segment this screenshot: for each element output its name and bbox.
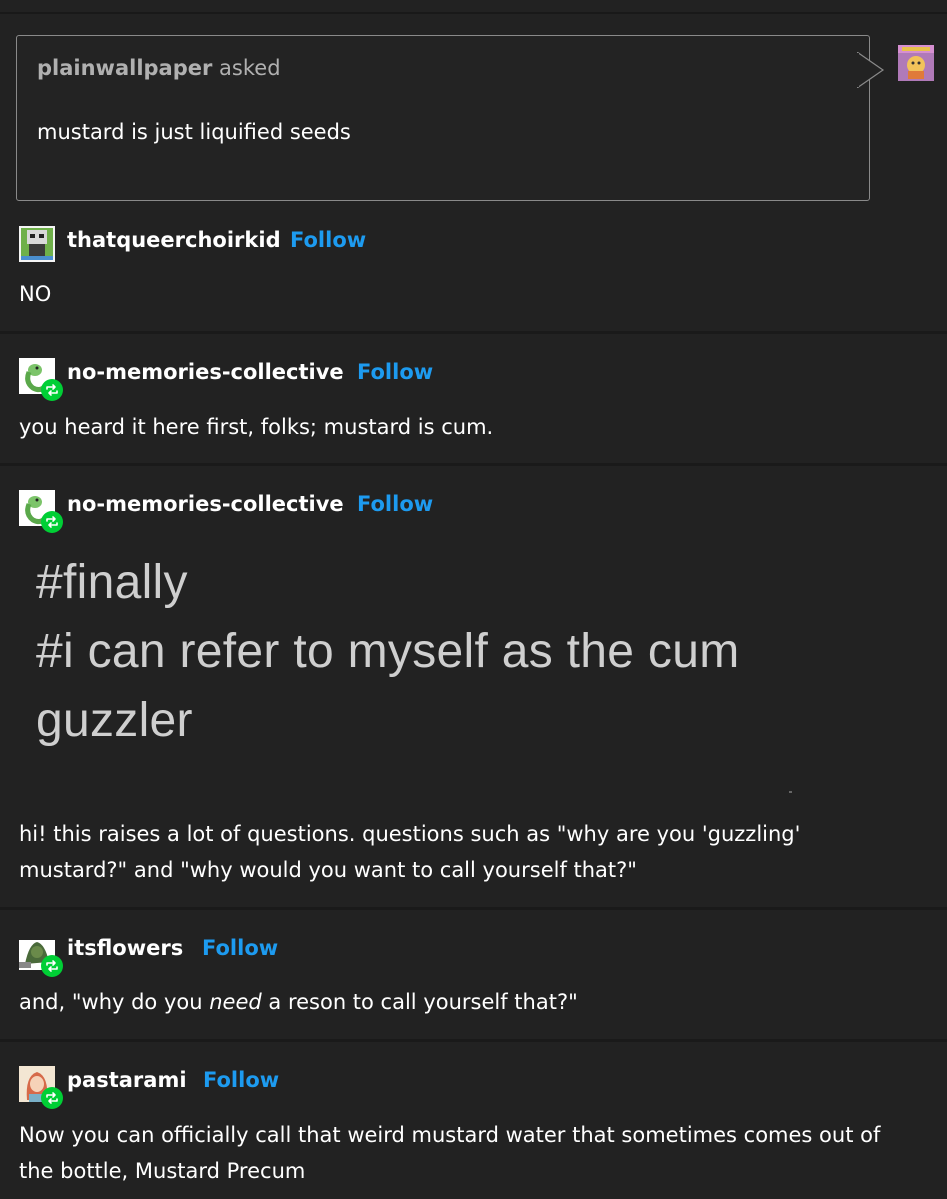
ask-question: mustard is just liquified seeds [37, 120, 351, 144]
divider [0, 331, 947, 334]
post-text: NO [19, 282, 52, 306]
follow-button[interactable]: Follow [290, 228, 366, 252]
tag: guzzler [36, 694, 193, 747]
asker-name[interactable]: plainwallpaper [37, 56, 212, 80]
follow-button[interactable]: Follow [357, 360, 433, 384]
avatar[interactable] [19, 226, 55, 262]
stray-pixel [789, 791, 792, 793]
post-text-part: a reson to call yourself that?" [261, 990, 578, 1014]
reblog-icon [41, 955, 63, 977]
post-text-line: the bottle, Mustard Precum [19, 1159, 306, 1183]
username[interactable]: itsflowers [67, 936, 183, 960]
post-text-emphasis: need [209, 990, 262, 1014]
divider [0, 907, 947, 910]
post-text: you heard it here first, folks; mustard … [19, 415, 494, 439]
asker-line: plainwallpaper asked [37, 56, 281, 80]
username[interactable]: pastarami [67, 1068, 187, 1092]
username[interactable]: thatqueerchoirkid [67, 228, 281, 252]
post-text-line: mustard?" and "why would you want to cal… [19, 858, 637, 882]
follow-button[interactable]: Follow [203, 1068, 279, 1092]
post-text: Now you can officially call that weird m… [19, 1117, 934, 1189]
asked-label: asked [219, 56, 281, 80]
divider [0, 1039, 947, 1042]
top-divider [0, 12, 947, 14]
asker-avatar[interactable] [898, 45, 934, 81]
follow-button[interactable]: Follow [202, 936, 278, 960]
reblog-icon [41, 379, 63, 401]
divider [0, 463, 947, 466]
tumblr-thread: { "ask": { "asker": "plainwallpaper", "a… [0, 0, 947, 1199]
post-text: hi! this raises a lot of questions. ques… [19, 816, 934, 888]
follow-button[interactable]: Follow [357, 492, 433, 516]
reblog-icon [41, 511, 63, 533]
post-text: and, "why do you need a reson to call yo… [19, 984, 934, 1020]
tag: #i can refer to myself as the cum [36, 625, 740, 678]
post-text-line: Now you can officially call that weird m… [19, 1123, 881, 1147]
reblog-icon [41, 1087, 63, 1109]
ask-box: plainwallpaper asked mustard is just liq… [16, 35, 870, 201]
post-text-part: and, "why do you [19, 990, 210, 1014]
username[interactable]: no-memories-collective [67, 360, 344, 384]
username[interactable]: no-memories-collective [67, 492, 344, 516]
speech-tail-icon [857, 52, 885, 88]
tag: #finally [36, 556, 188, 609]
post-text-line: hi! this raises a lot of questions. ques… [19, 822, 801, 846]
tag-screenshot: #finally #i can refer to myself as the c… [36, 548, 886, 755]
